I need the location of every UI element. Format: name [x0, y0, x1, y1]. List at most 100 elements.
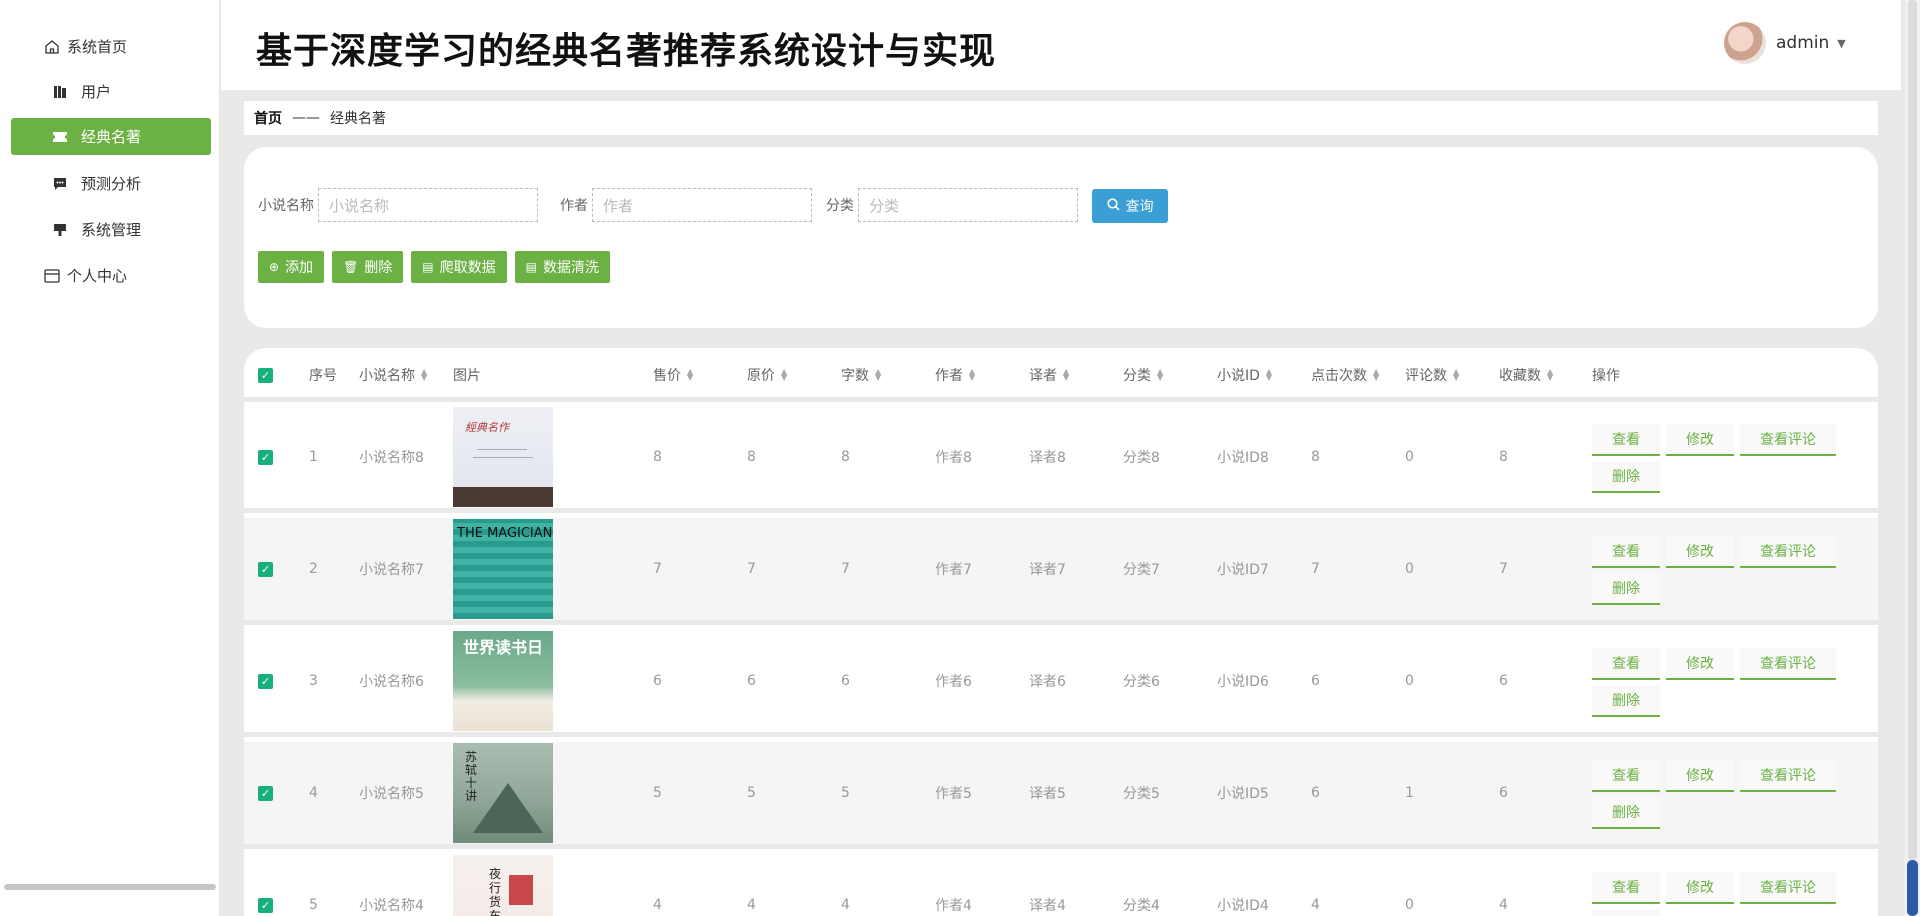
sidebar-item-label: 预测分析	[81, 175, 142, 193]
crawl-button[interactable]: ▤ 爬取数据	[411, 251, 507, 283]
edit-button[interactable]: 修改	[1666, 424, 1734, 456]
sort-icon: ▲ ▼	[969, 367, 976, 382]
col-name[interactable]: 小说名称 ▲ ▼	[359, 348, 427, 402]
col-comments[interactable]: 评论数 ▲ ▼	[1405, 348, 1459, 402]
sidebar: 系统首页 用户 经典名著 预测分析 系统管理 个人中心	[0, 0, 220, 916]
cell-image[interactable]: 苏轼十讲	[453, 742, 553, 844]
sidebar-item-classics[interactable]: 经典名著	[11, 118, 211, 155]
col-favs[interactable]: 收藏数 ▲ ▼	[1499, 348, 1553, 402]
author-field: 作者 作者	[560, 188, 812, 222]
view-button[interactable]: 查看	[1592, 872, 1660, 904]
book-cover-image: 夜行货车	[453, 855, 553, 916]
sort-icon: ▲ ▼	[1453, 367, 1460, 382]
col-clicks[interactable]: 点击次数 ▲ ▼	[1311, 348, 1379, 402]
plus-circle-icon: ⊕	[269, 260, 280, 274]
col-index: 序号	[309, 368, 337, 384]
delete-row-button[interactable]: 删除	[1592, 797, 1660, 829]
col-id[interactable]: 小说ID ▲ ▼	[1217, 348, 1272, 402]
breadcrumb-current: 经典名著	[330, 111, 386, 127]
breadcrumb-home[interactable]: 首页	[254, 108, 282, 128]
cell-image[interactable]: 世界读书日	[453, 630, 553, 732]
cell-author: 作者8	[935, 450, 972, 466]
row-checkbox[interactable]: ✓	[258, 854, 273, 916]
action-bar: ⊕ 添加 🗑 删除 ▤ 爬取数据 ▤ 数据清洗	[258, 251, 610, 283]
delete-row-button[interactable]: 删除	[1592, 685, 1660, 717]
col-price[interactable]: 售价 ▲ ▼	[653, 348, 693, 402]
scrollbar-track[interactable]	[1908, 0, 1917, 860]
edit-button[interactable]: 修改	[1666, 536, 1734, 568]
cell-price: 6	[653, 673, 662, 689]
user-menu[interactable]: admin ▼	[1724, 22, 1846, 64]
cell-author: 作者6	[935, 674, 972, 690]
name-input[interactable]: 小说名称	[318, 188, 538, 222]
sidebar-scrollbar[interactable]	[4, 884, 216, 890]
cell-name: 小说名称7	[359, 562, 424, 578]
sidebar-item-users[interactable]: 用户	[11, 73, 211, 110]
user-name[interactable]: admin	[1776, 33, 1829, 53]
view-button[interactable]: 查看	[1592, 424, 1660, 456]
sort-icon: ▲ ▼	[1547, 367, 1554, 382]
author-input[interactable]: 作者	[592, 188, 812, 222]
row-checkbox[interactable]: ✓	[258, 518, 273, 620]
row-checkbox[interactable]: ✓	[258, 742, 273, 844]
clean-button[interactable]: ▤ 数据清洗	[514, 251, 610, 283]
brush-icon	[51, 221, 69, 239]
avatar[interactable]	[1724, 22, 1766, 64]
edit-button[interactable]: 修改	[1666, 648, 1734, 680]
add-label: 添加	[285, 260, 314, 276]
search-panel: 小说名称 小说名称 作者 作者 分类 分类 查询 ⊕ 添加 🗑 删除 ▤ 爬取数据 ▤…	[244, 147, 1878, 328]
delete-row-button[interactable]: 删除	[1592, 573, 1660, 605]
table-row: ✓ 4 小说名称5 苏轼十讲 5 5 5 作者5 译者5 分类5 小说ID5 6…	[244, 742, 1878, 849]
delete-row-button[interactable]: 删除	[1592, 909, 1660, 916]
edit-button[interactable]: 修改	[1666, 872, 1734, 904]
crawl-label: 爬取数据	[439, 260, 496, 276]
ticket-icon	[51, 128, 69, 146]
cell-favs: 8	[1499, 449, 1508, 465]
sort-icon: ▲ ▼	[421, 367, 428, 382]
cell-clicks: 7	[1311, 561, 1320, 577]
query-button[interactable]: 查询	[1092, 189, 1168, 223]
scrollbar-thumb[interactable]	[1907, 860, 1918, 916]
sidebar-item-system[interactable]: 系统管理	[11, 211, 211, 248]
cell-name: 小说名称8	[359, 450, 424, 466]
col-translator[interactable]: 译者 ▲ ▼	[1029, 348, 1069, 402]
col-author[interactable]: 作者 ▲ ▼	[935, 348, 975, 402]
cell-image[interactable]: 經典名作	[453, 406, 553, 508]
row-checkbox[interactable]: ✓	[258, 406, 273, 508]
sidebar-item-profile[interactable]: 个人中心	[11, 257, 211, 294]
cell-orig-price: 6	[747, 673, 756, 689]
view-comments-button[interactable]: 查看评论	[1740, 648, 1836, 680]
view-comments-button[interactable]: 查看评论	[1740, 872, 1836, 904]
delete-button[interactable]: 🗑 删除	[332, 251, 404, 283]
sidebar-item-label: 系统首页	[67, 38, 128, 56]
row-checkbox[interactable]: ✓	[258, 630, 273, 732]
cell-author: 作者7	[935, 562, 972, 578]
col-words[interactable]: 字数 ▲ ▼	[841, 348, 881, 402]
view-button[interactable]: 查看	[1592, 760, 1660, 792]
delete-row-button[interactable]: 删除	[1592, 461, 1660, 493]
add-button[interactable]: ⊕ 添加	[258, 251, 325, 283]
category-input[interactable]: 分类	[858, 188, 1078, 222]
cell-orig-price: 4	[747, 897, 756, 913]
cell-words: 6	[841, 673, 850, 689]
sidebar-item-prediction[interactable]: 预测分析	[11, 165, 211, 202]
name-field: 小说名称 小说名称	[258, 188, 538, 222]
search-icon	[1106, 197, 1120, 215]
select-all-checkbox[interactable]: ✓	[258, 348, 273, 402]
view-comments-button[interactable]: 查看评论	[1740, 760, 1836, 792]
view-button[interactable]: 查看	[1592, 536, 1660, 568]
table-header: ✓ 序号 小说名称 ▲ ▼ 图片 售价 ▲ ▼ 原价 ▲ ▼ 字数 ▲ ▼ 作者 ▲ ▼ 译者 ▲ ▼ …	[244, 348, 1878, 402]
cell-price: 5	[653, 785, 662, 801]
view-button[interactable]: 查看	[1592, 648, 1660, 680]
cell-image[interactable]: 夜行货车	[453, 854, 553, 916]
cell-image[interactable]: THE MAGICIAN	[453, 518, 553, 620]
sidebar-item-home[interactable]: 系统首页	[11, 28, 211, 65]
view-comments-button[interactable]: 查看评论	[1740, 536, 1836, 568]
col-category[interactable]: 分类 ▲ ▼	[1123, 348, 1163, 402]
page-scrollbar[interactable]	[1905, 0, 1920, 916]
caret-down-icon[interactable]: ▼	[1837, 37, 1845, 50]
cell-category: 分类8	[1123, 450, 1160, 466]
edit-button[interactable]: 修改	[1666, 760, 1734, 792]
view-comments-button[interactable]: 查看评论	[1740, 424, 1836, 456]
col-orig-price[interactable]: 原价 ▲ ▼	[747, 348, 787, 402]
